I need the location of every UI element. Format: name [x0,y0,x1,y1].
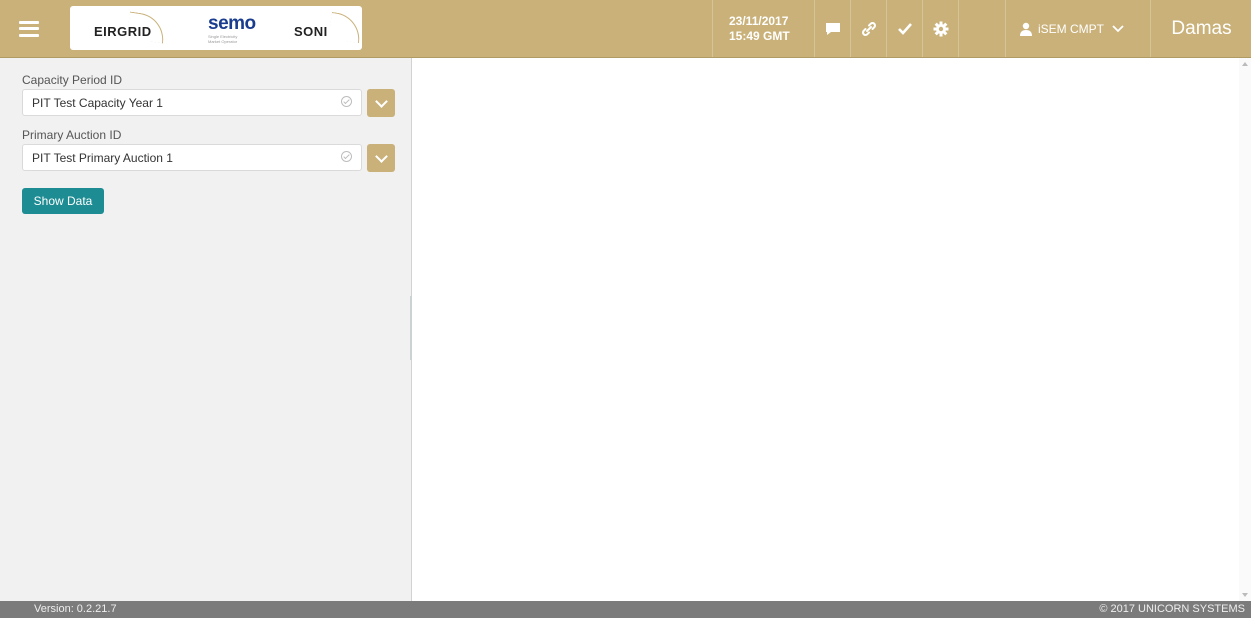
soni-logo: SONI [294,24,328,39]
menu-button[interactable] [0,0,57,57]
approve-button[interactable] [886,0,923,57]
user-icon [1020,22,1032,36]
capacity-period-value: PIT Test Capacity Year 1 [32,96,163,110]
capacity-period-select[interactable]: PIT Test Capacity Year 1 [22,89,362,116]
user-menu[interactable]: iSEM CMPT [1005,0,1150,57]
links-button[interactable] [850,0,887,57]
version-text: Version: 0.2.21.7 [34,603,117,615]
check-circle-icon [341,96,352,107]
vertical-scrollbar[interactable] [1239,58,1251,601]
tools-spacer [958,0,1005,57]
check-icon [898,22,912,35]
semo-logo-subtitle: Single Electricity Market Operator [208,34,238,44]
chevron-down-icon [374,94,388,108]
capacity-period-dropdown-button[interactable] [367,89,395,117]
chevron-down-icon [1112,24,1124,32]
eirgrid-logo: EIRGRID [94,24,152,39]
copyright-text: © 2017 UNICORN SYSTEMS [1099,603,1245,615]
check-circle-icon [341,151,352,162]
gear-icon [933,21,949,36]
capacity-period-label: Capacity Period ID [22,73,123,87]
primary-auction-dropdown-button[interactable] [367,144,395,172]
soni-arc-icon [328,11,363,44]
hamburger-icon [18,20,39,37]
logo-panel: EIRGRID semo Single Electricity Market O… [70,6,363,50]
scroll-up-arrow-icon[interactable] [1242,62,1248,66]
current-time: 15:49 GMT [729,28,790,43]
primary-auction-label: Primary Auction ID [22,128,122,142]
semo-logo: semo [208,13,256,34]
link-icon [862,21,876,36]
scroll-down-arrow-icon[interactable] [1242,593,1248,597]
messages-button[interactable] [814,0,851,57]
current-date: 23/11/2017 [729,13,789,28]
primary-auction-select[interactable]: PIT Test Primary Auction 1 [22,144,362,171]
chat-icon [826,22,840,35]
settings-button[interactable] [922,0,959,57]
main-content [412,58,1251,601]
top-bar: EIRGRID semo Single Electricity Market O… [0,0,1251,58]
datetime-display: 23/11/2017 15:49 GMT [712,0,814,57]
filter-sidebar: Capacity Period ID PIT Test Capacity Yea… [0,58,412,601]
chevron-down-icon [374,149,388,163]
user-name: iSEM CMPT [1038,21,1104,36]
primary-auction-value: PIT Test Primary Auction 1 [32,151,173,165]
footer-bar: Version: 0.2.21.7 © 2017 UNICORN SYSTEMS [0,601,1251,618]
show-data-button[interactable]: Show Data [22,188,104,214]
brand-logo: Damas [1150,0,1251,57]
